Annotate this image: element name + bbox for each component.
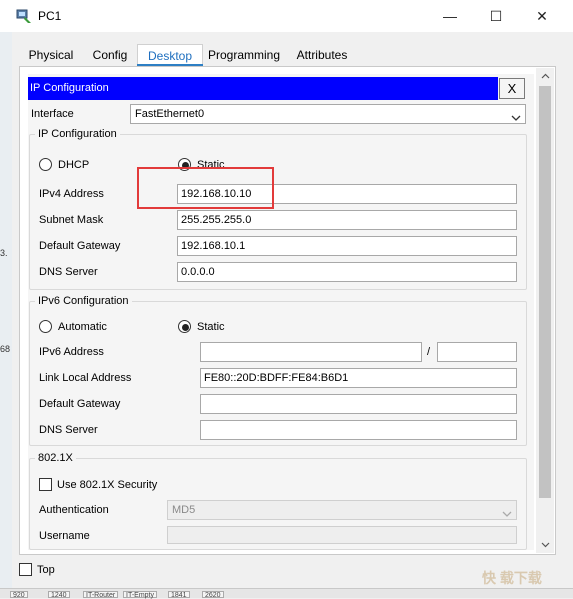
chevron-down-icon <box>511 110 521 128</box>
ipv6-group-title: IPv6 Configuration <box>35 295 132 307</box>
interface-select[interactable]: FastEthernet0 <box>130 104 526 124</box>
tab-programming[interactable]: Programming <box>205 44 283 66</box>
site-watermark: 快 载下载 <box>482 570 542 586</box>
background-device-chip: IT-Router <box>83 591 119 599</box>
ipv6-default-gateway-input[interactable] <box>200 394 517 414</box>
background-fragment: 68 <box>0 344 11 354</box>
username-label: Username <box>39 530 90 542</box>
authentication-select-value: MD5 <box>172 504 196 516</box>
prefix-separator: / <box>427 346 431 358</box>
static-label-ipv6: Static <box>197 321 225 333</box>
automatic-radio[interactable] <box>39 320 52 333</box>
interface-label: Interface <box>31 108 74 120</box>
background-device-chip: 1841 <box>168 591 190 599</box>
ipv4-group-title: IP Configuration <box>35 128 120 140</box>
tab-attributes[interactable]: Attributes <box>285 44 359 66</box>
close-window-button[interactable]: ✕ <box>519 0 565 32</box>
arrow-down-icon[interactable] <box>536 537 554 553</box>
default-gateway-label: Default Gateway <box>39 240 121 252</box>
background-device-chip: 920 <box>10 591 28 599</box>
ipv4-address-label: IPv4 Address <box>39 188 104 200</box>
tab-physical[interactable]: Physical <box>19 44 83 66</box>
username-input[interactable] <box>167 526 517 544</box>
background-device-chip: IT-Empty <box>123 591 158 599</box>
subnet-mask-input[interactable]: 255.255.255.0 <box>177 210 517 230</box>
ipv6-address-label: IPv6 Address <box>39 346 104 358</box>
close-ip-configuration-button[interactable]: X <box>499 78 525 99</box>
dhcp-label: DHCP <box>58 159 90 171</box>
scrollbar-thumb[interactable] <box>539 86 551 498</box>
window-title: PC1 <box>38 9 62 23</box>
authentication-select[interactable]: MD5 <box>167 500 517 520</box>
background-device-chip: 1240 <box>48 591 70 599</box>
chevron-down-icon <box>502 506 512 524</box>
dot1x-group-title: 802.1X <box>35 452 76 464</box>
top-checkbox[interactable] <box>19 563 32 576</box>
dns-server-label: DNS Server <box>39 266 98 278</box>
interface-select-value: FastEthernet0 <box>135 108 205 120</box>
ipv6-dns-server-input[interactable] <box>200 420 517 440</box>
tab-config[interactable]: Config <box>85 44 135 66</box>
link-local-label: Link Local Address <box>39 372 132 384</box>
automatic-label: Automatic <box>58 321 107 333</box>
background-app-strip <box>0 32 12 598</box>
background-device-chip: 2620 <box>202 591 224 599</box>
default-gateway-input[interactable]: 192.168.10.1 <box>177 236 517 256</box>
ipv6-dns-server-label: DNS Server <box>39 424 98 436</box>
ipv6-default-gateway-label: Default Gateway <box>39 398 121 410</box>
link-local-input[interactable]: FE80::20D:BDFF:FE84:B6D1 <box>200 368 517 388</box>
ip-configuration-header: IP Configuration <box>28 77 498 100</box>
minimize-button[interactable]: — <box>427 0 473 32</box>
maximize-button[interactable]: ☐ <box>473 0 519 32</box>
dhcp-radio[interactable] <box>39 158 52 171</box>
highlight-annotation-box <box>137 167 274 209</box>
dns-server-input[interactable]: 0.0.0.0 <box>177 262 517 282</box>
ipv6-prefix-input[interactable] <box>437 342 517 362</box>
background-fragment: 3. <box>0 248 8 258</box>
subnet-mask-label: Subnet Mask <box>39 214 104 226</box>
top-label: Top <box>37 564 55 576</box>
use-8021x-label: Use 802.1X Security <box>57 479 158 491</box>
static-radio-ipv6[interactable] <box>178 320 191 333</box>
tab-desktop[interactable]: Desktop <box>137 44 203 66</box>
authentication-label: Authentication <box>39 504 109 516</box>
ipv6-address-input[interactable] <box>200 342 422 362</box>
packet-tracer-pc-icon <box>16 8 32 24</box>
arrow-up-icon[interactable] <box>536 68 554 84</box>
use-8021x-checkbox[interactable] <box>39 478 52 491</box>
